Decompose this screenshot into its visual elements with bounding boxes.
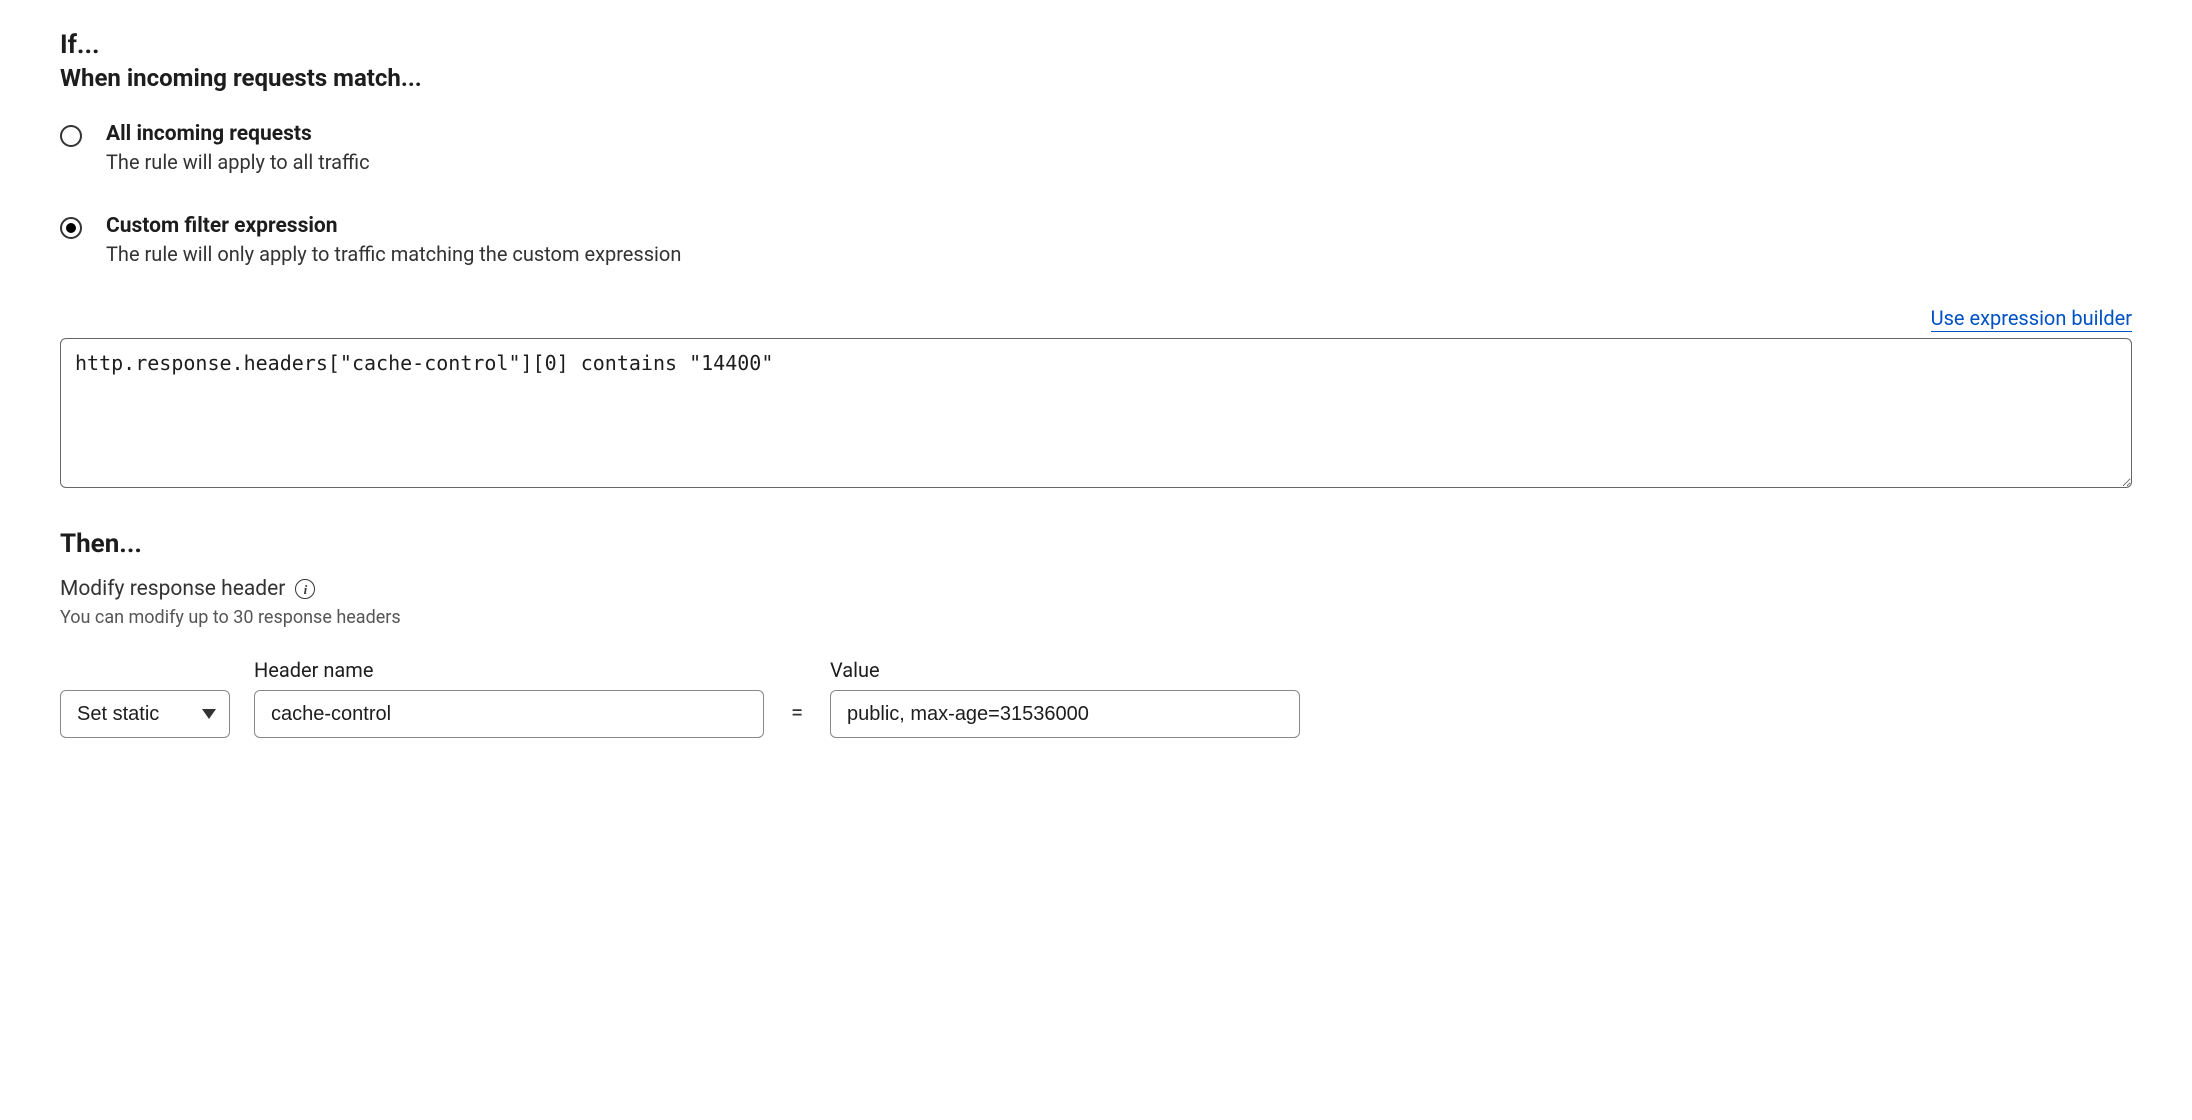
builder-link-row: Use expression builder: [60, 306, 2132, 332]
match-radio-group: All incoming requests The rule will appl…: [60, 122, 2132, 266]
header-value-input[interactable]: [830, 690, 1300, 738]
modify-response-header-label: Modify response header i: [60, 577, 2132, 601]
radio-icon: [60, 217, 82, 239]
radio-custom-title: Custom filter expression: [106, 214, 681, 238]
expression-input[interactable]: [60, 338, 2132, 488]
radio-all-title: All incoming requests: [106, 122, 370, 146]
radio-custom-filter[interactable]: Custom filter expression The rule will o…: [60, 214, 2132, 266]
header-value-col: Value: [830, 658, 1300, 738]
modify-hint: You can modify up to 30 response headers: [60, 607, 2132, 628]
then-section: Then... Modify response header i You can…: [60, 529, 2132, 738]
header-name-input[interactable]: [254, 690, 764, 738]
if-title: If...: [60, 30, 2132, 60]
radio-custom-desc: The rule will only apply to traffic matc…: [106, 242, 681, 266]
info-icon[interactable]: i: [295, 579, 315, 599]
then-title: Then...: [60, 529, 2132, 559]
header-name-label: Header name: [254, 658, 764, 682]
if-section: If... When incoming requests match... Al…: [60, 30, 2132, 493]
action-select-col: Set static: [60, 658, 230, 738]
header-name-col: Header name: [254, 658, 764, 738]
radio-label-block: Custom filter expression The rule will o…: [106, 214, 681, 266]
header-config-row: Set static Header name = Value: [60, 658, 2132, 738]
use-expression-builder-link[interactable]: Use expression builder: [1931, 306, 2132, 332]
radio-all-desc: The rule will apply to all traffic: [106, 150, 370, 174]
modify-label-text: Modify response header: [60, 577, 285, 601]
action-select-wrap: Set static: [60, 690, 230, 738]
equals-sign: =: [788, 701, 806, 738]
action-select[interactable]: Set static: [60, 690, 230, 738]
header-value-label: Value: [830, 658, 1300, 682]
spacer-label: [60, 658, 230, 682]
radio-all-incoming[interactable]: All incoming requests The rule will appl…: [60, 122, 2132, 174]
if-subtitle: When incoming requests match...: [60, 64, 2132, 92]
radio-icon: [60, 125, 82, 147]
radio-label-block: All incoming requests The rule will appl…: [106, 122, 370, 174]
